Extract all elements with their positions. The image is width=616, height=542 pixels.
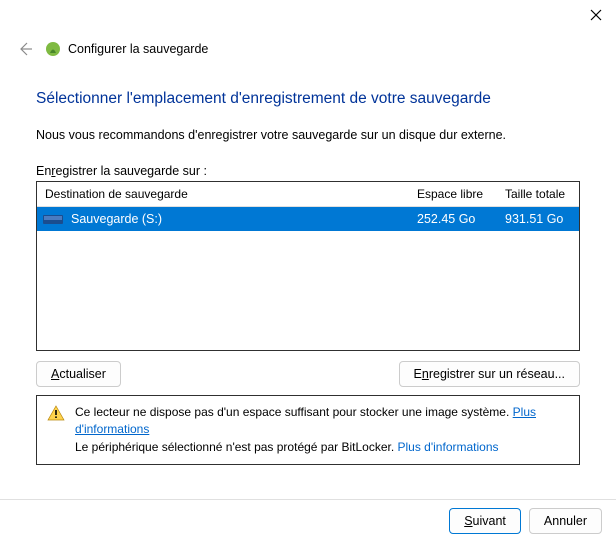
wizard-icon (44, 40, 62, 58)
table-row[interactable]: Sauvegarde (S:) 252.45 Go 931.51 Go (37, 207, 579, 231)
col-free-space[interactable]: Espace libre (409, 182, 497, 206)
warning-box: Ce lecteur ne dispose pas d'un espace su… (36, 395, 580, 465)
warning2-text: Le périphérique sélectionné n'est pas pr… (75, 440, 398, 454)
warning2-link[interactable]: Plus d'informations (398, 440, 499, 454)
drive-icon (43, 213, 63, 225)
wizard-title: Configurer la sauvegarde (68, 42, 208, 56)
close-button[interactable] (590, 8, 606, 24)
page-title: Sélectionner l'emplacement d'enregistrem… (36, 90, 580, 108)
refresh-button[interactable]: Actualiser (36, 361, 121, 387)
recommendation-text: Nous vous recommandons d'enregistrer vot… (36, 128, 580, 142)
col-total-size[interactable]: Taille totale (497, 182, 579, 206)
drive-name: Sauvegarde (S:) (71, 212, 162, 226)
destination-table[interactable]: Destination de sauvegarde Espace libre T… (36, 181, 580, 351)
next-button[interactable]: Suivant (449, 508, 521, 534)
cancel-button[interactable]: Annuler (529, 508, 602, 534)
warning-icon (47, 405, 65, 421)
save-on-network-button[interactable]: Enregistrer sur un réseau... (399, 361, 580, 387)
col-destination[interactable]: Destination de sauvegarde (37, 182, 409, 206)
save-on-label: Enregistrer la sauvegarde sur : (36, 164, 580, 178)
drive-free: 252.45 Go (409, 212, 497, 226)
back-button[interactable] (14, 38, 36, 60)
warning1-text: Ce lecteur ne dispose pas d'un espace su… (75, 405, 513, 419)
drive-total: 931.51 Go (497, 212, 579, 226)
